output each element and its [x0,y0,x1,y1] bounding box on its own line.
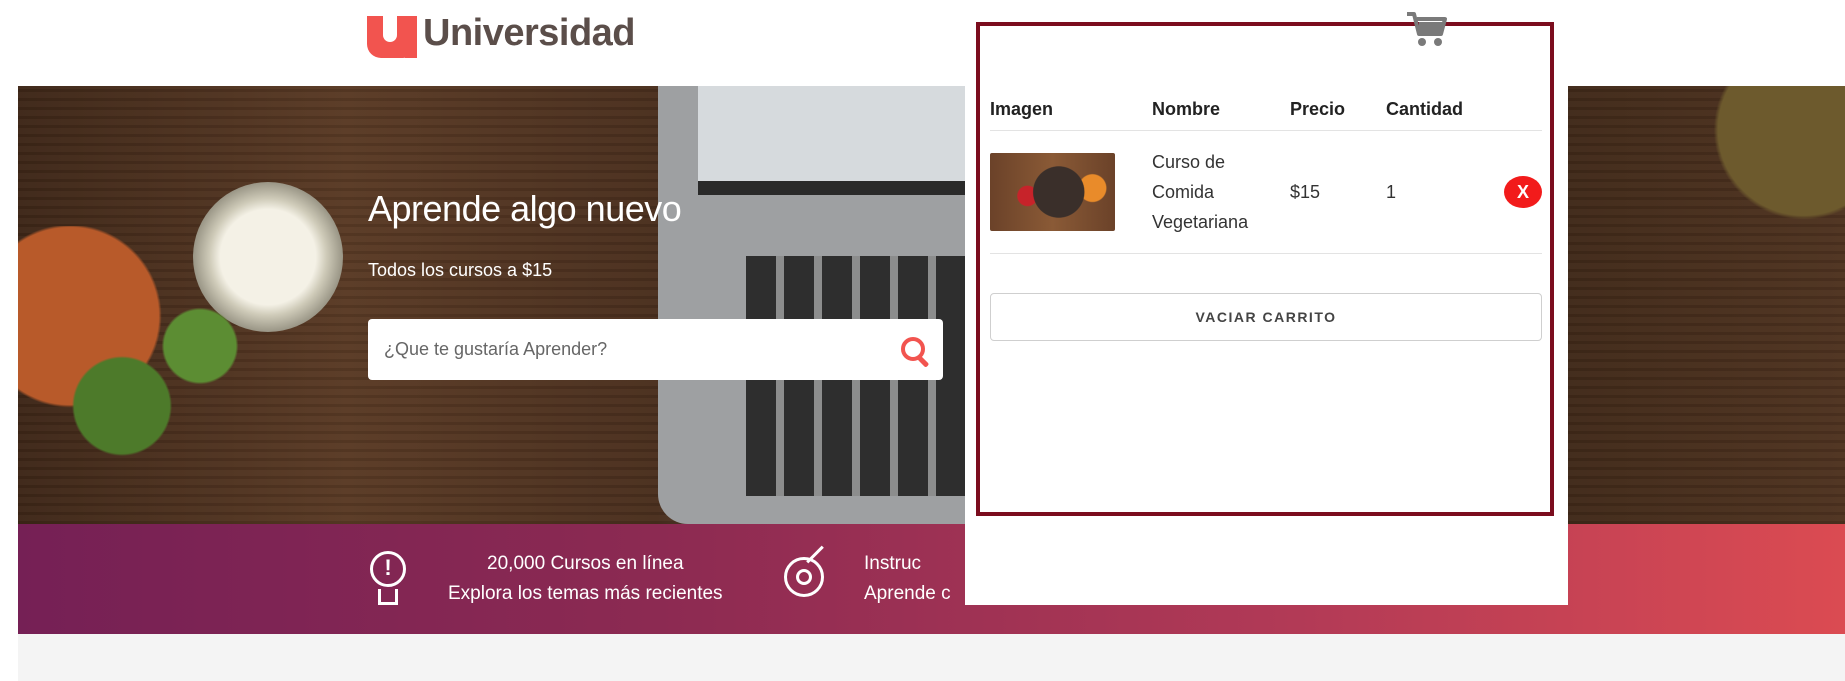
content-area [18,634,1845,681]
item-price: $15 [1290,130,1386,254]
hero-subtitle: Todos los cursos a $15 [368,260,553,280]
feature-instructors: Instruc Aprende c [780,524,951,634]
feature-courses-line1: 20,000 Cursos en línea [487,553,684,574]
hero-banner [18,86,1845,524]
remove-item-button[interactable]: X [1504,176,1542,208]
lightbulb-icon: ! [364,547,412,611]
col-imagen: Imagen [990,88,1152,131]
col-nombre: Nombre [1152,88,1290,131]
cart-icon[interactable] [1405,10,1449,48]
features-band: ! 20,000 Cursos en línea Explora los tem… [18,524,1845,634]
logo-text: Universidad [423,11,636,54]
feature-instructors-line1: Instruc [864,553,922,574]
search-icon[interactable] [899,335,930,368]
cart-header-row: Imagen Nombre Precio Cantidad [990,88,1542,131]
target-icon [780,545,828,611]
item-quantity: 1 [1386,130,1502,254]
logo-mark-icon [367,8,417,58]
feature-instructors-line2: Aprende c [864,583,951,604]
col-cantidad: Cantidad [1386,88,1502,131]
plant-image [18,226,278,524]
empty-cart-button[interactable]: VACIAR CARRITO [990,293,1542,341]
col-precio: Precio [1290,88,1386,131]
hero-title: Aprende algo nuevo [368,188,682,229]
logo[interactable]: Universidad [367,8,636,58]
search-input[interactable] [382,338,899,361]
item-name: Curso de Comida Vegetariana [1152,130,1290,254]
feature-courses: ! 20,000 Cursos en línea Explora los tem… [364,524,723,634]
course-thumbnail [990,153,1115,231]
feature-courses-line2: Explora los temas más recientes [448,583,723,604]
search-bar [368,319,943,380]
cart-item-row: Curso de Comida Vegetariana $15 1 X [990,130,1542,254]
cart-table: Imagen Nombre Precio Cantidad Curso de C… [990,88,1542,254]
